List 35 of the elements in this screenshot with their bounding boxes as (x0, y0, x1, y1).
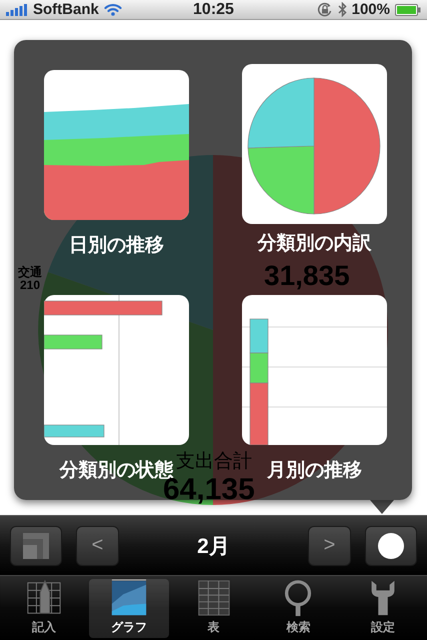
tab[interactable]: 記入 (4, 579, 84, 638)
layout-button[interactable] (10, 526, 62, 566)
circle-icon (378, 532, 404, 558)
chart-type-button[interactable] (365, 526, 417, 566)
column-chart-icon (242, 295, 387, 445)
graph-type-label: 日別の推移 (69, 234, 164, 258)
previous-month-button[interactable]: < (76, 526, 119, 566)
slice-label: 交通 (18, 266, 42, 279)
tab[interactable]: 検索 (258, 579, 338, 638)
graph-type-button[interactable] (44, 295, 189, 445)
graph-type-button[interactable] (44, 70, 189, 220)
tab[interactable]: グラフ (88, 579, 169, 638)
wifi-icon (104, 3, 122, 16)
graph-type-button[interactable] (242, 295, 387, 445)
clock-time: 10:25 (193, 1, 234, 18)
bar-chart-icon (44, 295, 189, 445)
tab[interactable]: 設定 (343, 579, 423, 638)
carrier-name: SoftBank (33, 1, 99, 18)
signal-icon (6, 4, 28, 16)
squares-icon (23, 532, 49, 558)
graph-type-label: 月別の推移 (267, 459, 362, 483)
slice-value: 31,835 (264, 260, 350, 292)
bluetooth-icon (338, 2, 347, 17)
battery-percent: 100% (352, 1, 390, 18)
tab[interactable]: 表 (174, 579, 254, 638)
rotation-lock-icon (316, 2, 333, 18)
pie-chart-icon (242, 64, 387, 224)
battery-icon (395, 4, 421, 16)
slice-value: 210 (20, 279, 40, 292)
graph-type-label: 分類別の内訳 (258, 232, 372, 256)
next-month-button[interactable]: > (308, 526, 351, 566)
area-chart-icon (44, 70, 189, 220)
total-label: 支出合計 (176, 450, 252, 474)
month-title: 2月 (196, 534, 231, 560)
graph-type-button[interactable] (242, 64, 387, 224)
